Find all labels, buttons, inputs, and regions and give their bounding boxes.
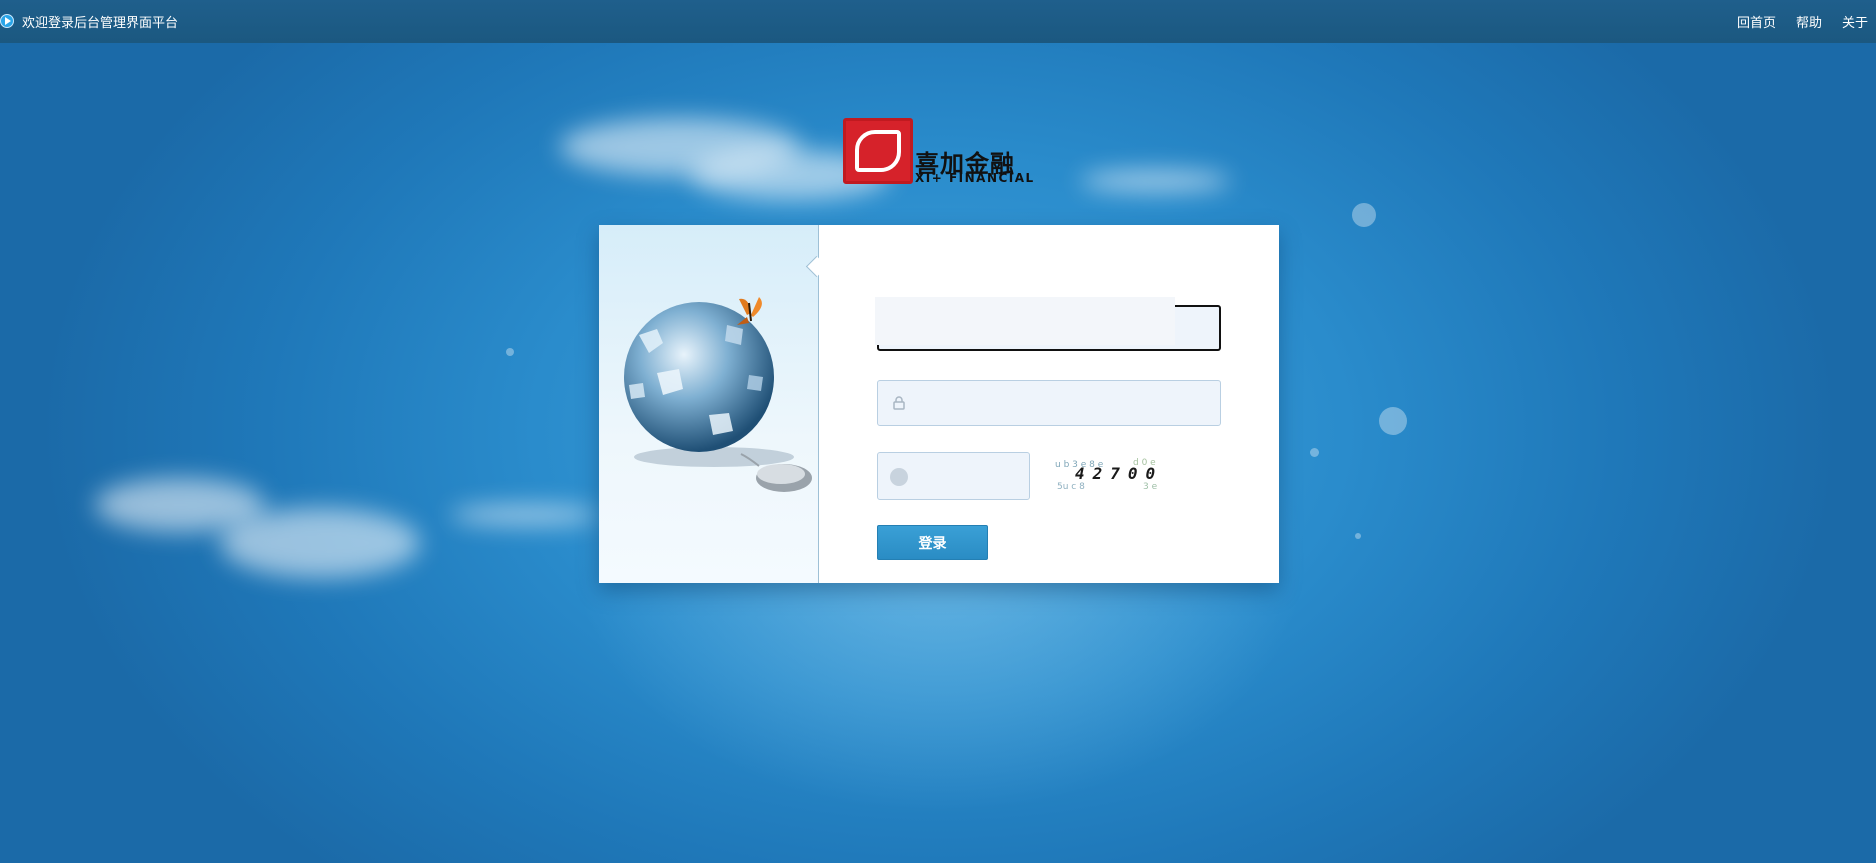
top-bar: 欢迎登录后台管理界面平台 回首页 帮助 关于 [0, 0, 1876, 43]
captcha-field[interactable] [877, 452, 1030, 500]
bokeh-decoration [1379, 407, 1407, 435]
username-mask [875, 297, 1175, 345]
seal-icon [843, 118, 913, 184]
bokeh-decoration [506, 348, 514, 356]
nav-about-link[interactable]: 关于 [1842, 12, 1868, 31]
login-illustration [599, 225, 819, 583]
password-field[interactable] [877, 380, 1221, 426]
cloud-decoration [450, 505, 600, 525]
login-page: 欢迎登录后台管理界面平台 回首页 帮助 关于 喜加金融 XI+ FINANCIA… [0, 0, 1876, 863]
bokeh-decoration [1310, 448, 1319, 457]
brand-name-en: XI+ FINANCIAL [915, 171, 1035, 185]
lock-icon [893, 396, 905, 410]
cloud-decoration [220, 508, 420, 578]
svg-text:5u c 8: 5u c 8 [1057, 482, 1085, 492]
login-button[interactable]: 登录 [877, 525, 988, 560]
nav-help-link[interactable]: 帮助 [1796, 12, 1822, 31]
app-title: 欢迎登录后台管理界面平台 [22, 16, 179, 31]
username-field[interactable] [875, 297, 1221, 351]
top-nav: 回首页 帮助 关于 [1737, 12, 1868, 31]
captcha-image[interactable]: u b 3 e 8 e d 0 e 5u c 8 3 e 42700 [1053, 453, 1193, 493]
globe-puzzle-icon [624, 297, 812, 492]
circle-icon [890, 468, 908, 486]
play-icon [0, 14, 14, 28]
password-input[interactable] [878, 381, 1220, 425]
bokeh-decoration [1355, 533, 1361, 539]
captcha-text: 42700 [1075, 464, 1163, 483]
nav-home-link[interactable]: 回首页 [1737, 12, 1776, 31]
svg-text:3 e: 3 e [1143, 482, 1158, 492]
cloud-decoration [1080, 170, 1230, 192]
login-card: u b 3 e 8 e d 0 e 5u c 8 3 e 42700 登录 [599, 225, 1279, 583]
bokeh-decoration [1352, 203, 1376, 227]
brand-logo: 喜加金融 XI+ FINANCIAL [840, 116, 1045, 188]
